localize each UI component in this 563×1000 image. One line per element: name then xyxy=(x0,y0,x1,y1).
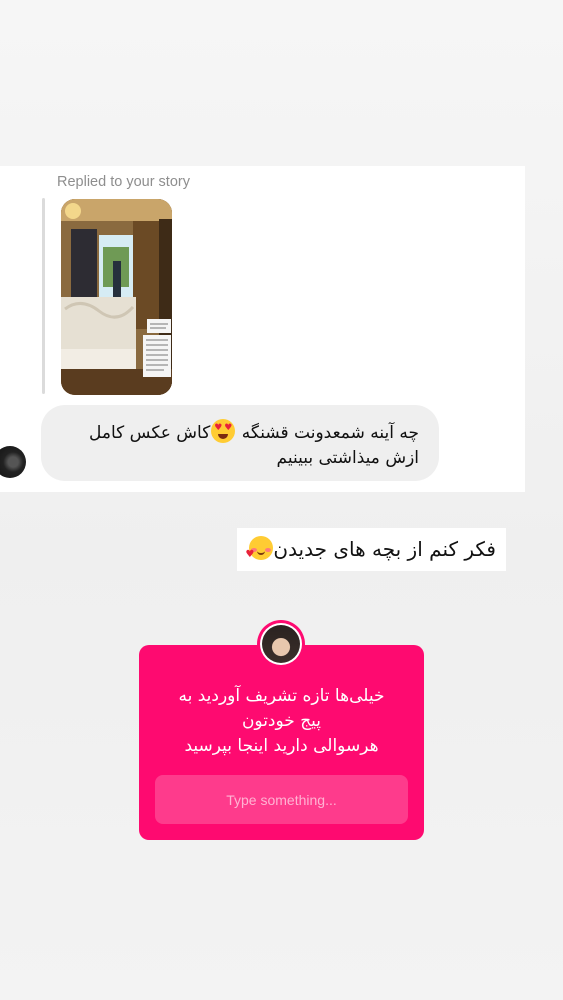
question-sticker-title: خیلی‌ها تازه تشریف آوردید به پیج خودتون … xyxy=(150,684,413,759)
story-reply-bar xyxy=(42,198,45,394)
message-line2: ازش میذاشتی ببینیم xyxy=(276,448,419,468)
question-title-line3: هرسوالی دارید اینجا بپرسید xyxy=(184,736,379,756)
story-caption: فکر کنم از بچه های جدیدن ♥ xyxy=(237,528,506,571)
message-text: چه آینه شمعدونت قشنگه ♥ ♥ کاش عکس کامل ازش… xyxy=(59,419,419,471)
story-thumbnail-image xyxy=(61,199,172,395)
message-line1: چه آینه شمعدونت قشنگه xyxy=(241,423,419,443)
profile-photo xyxy=(262,625,300,663)
smiling-face-with-hearts-icon: ♥ xyxy=(245,536,274,560)
story-caption-text: فکر کنم از بچه های جدیدن xyxy=(273,537,496,561)
question-title-line2: پیج خودتون xyxy=(241,711,322,731)
question-sticker-avatar xyxy=(257,620,305,668)
question-title-line1: خیلی‌ها تازه تشریف آوردید به xyxy=(178,686,385,706)
heart-eyes-emoji-icon: ♥ ♥ xyxy=(211,419,236,443)
question-answer-input[interactable] xyxy=(155,775,408,824)
message-line1-end: کاش عکس کامل xyxy=(89,423,211,443)
message-bubble: چه آینه شمعدونت قشنگه ♥ ♥ کاش عکس کامل ازش… xyxy=(41,405,439,481)
replied-to-story-label: Replied to your story xyxy=(57,174,190,190)
story-thumbnail[interactable] xyxy=(61,199,172,395)
